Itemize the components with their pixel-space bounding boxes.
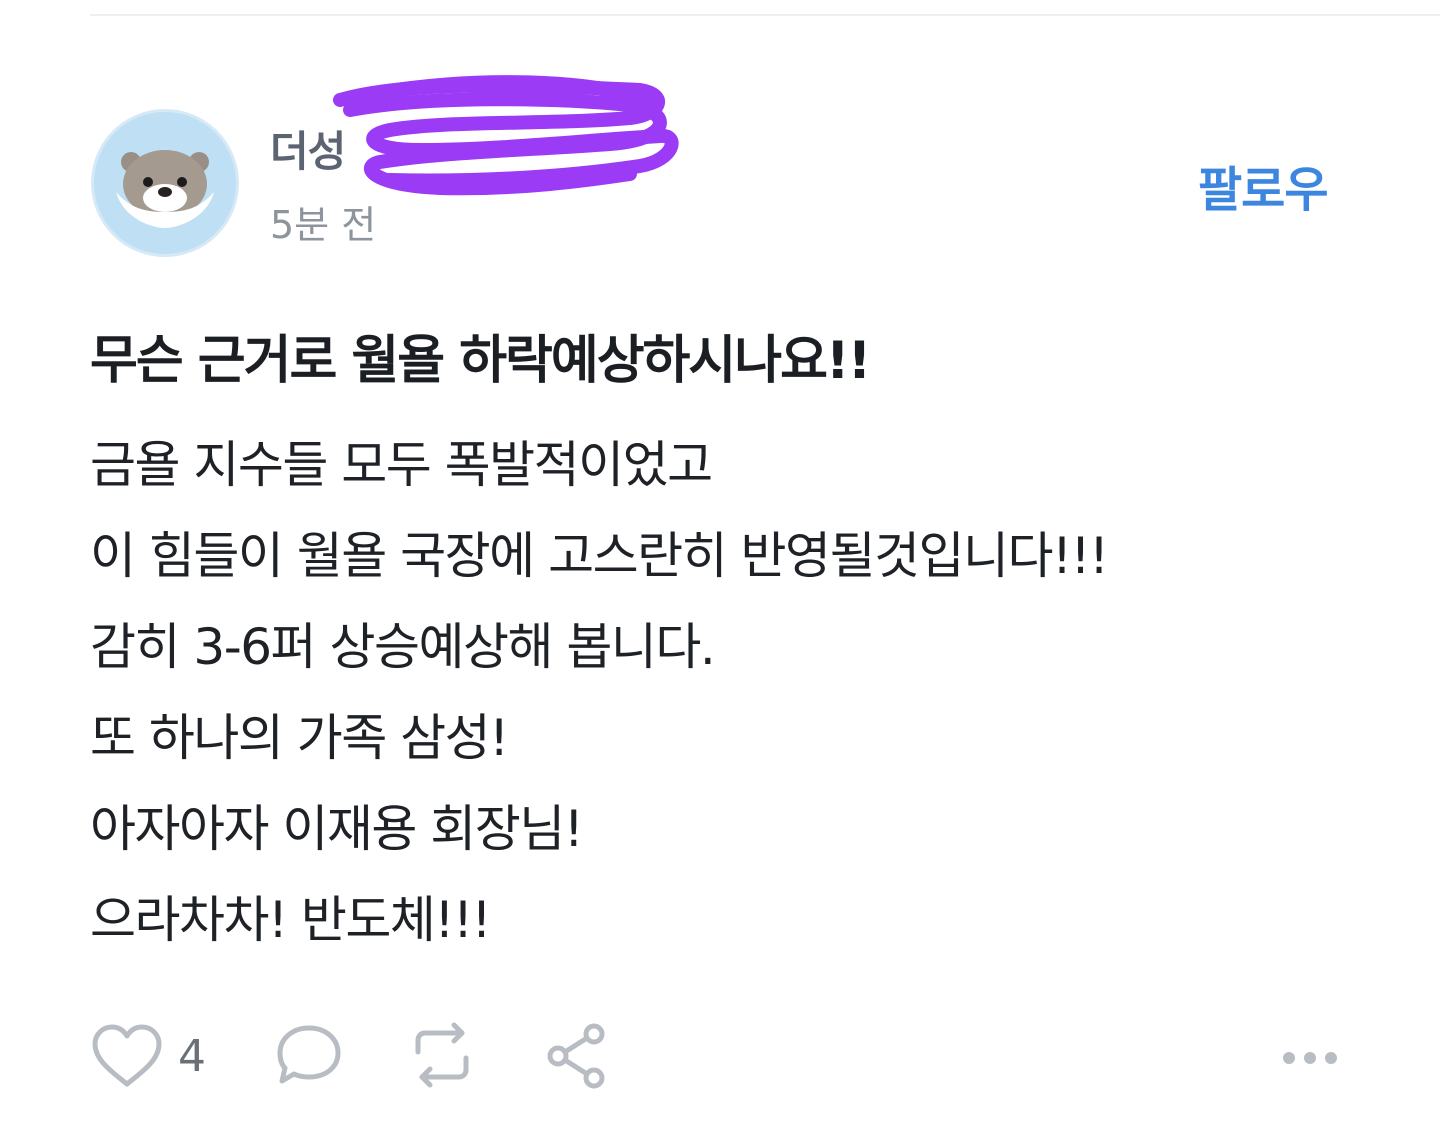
avatar[interactable] <box>91 109 239 257</box>
post-body-line: 또 하나의 가족 삼성! <box>90 709 509 767</box>
post-body-line: 금욜 지수들 모두 폭발적이었고 <box>90 436 713 494</box>
like-button[interactable]: 4 <box>90 1022 206 1090</box>
post-title: 무슨 근거로 월욜 하락예상하시나요!! <box>90 331 871 391</box>
share-button[interactable] <box>544 1022 610 1090</box>
post-time: 5분 전 <box>270 203 377 247</box>
comment-button[interactable] <box>274 1022 344 1088</box>
comment-icon <box>277 1025 341 1084</box>
more-icon <box>1283 1052 1337 1064</box>
redaction-scribble <box>333 75 679 196</box>
post-body-line: 아자아자 이재용 회장님! <box>90 800 584 858</box>
repost-icon <box>415 1022 469 1088</box>
post-body: 금욜 지수들 모두 폭발적이었고 이 힘들이 월욜 국장에 고스란히 반영될것입… <box>90 430 1109 976</box>
follow-button[interactable]: 팔로우 <box>1198 150 1328 220</box>
post-body-line: 이 힘들이 월욜 국장에 고스란히 반영될것입니다!!! <box>90 527 1109 585</box>
share-icon <box>547 1023 605 1089</box>
post-body-line: 감히 3-6퍼 상승예상해 봅니다. <box>90 618 716 676</box>
top-divider <box>90 14 1440 16</box>
more-options-button[interactable] <box>1280 1022 1340 1092</box>
heart-icon <box>92 1024 162 1087</box>
post-body-line: 으라차차! 반도체!!! <box>90 891 492 949</box>
otter-avatar-icon <box>94 112 236 254</box>
action-bar: 4 <box>90 1022 1350 1098</box>
like-count: 4 <box>178 1030 206 1082</box>
repost-button[interactable] <box>404 1022 480 1088</box>
